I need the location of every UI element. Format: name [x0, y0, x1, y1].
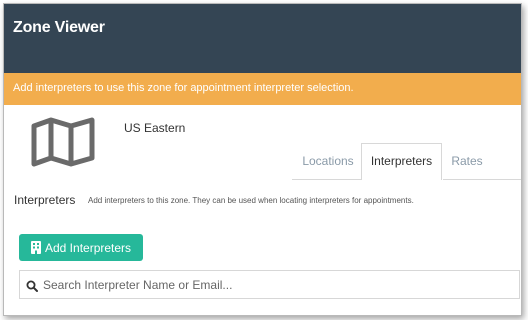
notice-text: Add interpreters to use this zone for ap… — [13, 82, 354, 94]
search-box[interactable] — [19, 270, 520, 299]
zone-name: US Eastern — [124, 121, 186, 135]
map-icon — [31, 117, 95, 167]
tab-interpreters[interactable]: Interpreters — [361, 143, 442, 180]
search-input[interactable] — [43, 277, 493, 292]
tab-locations[interactable]: Locations — [292, 143, 364, 179]
tab-divider — [443, 179, 521, 180]
header-bar: Zone Viewer — [4, 4, 521, 73]
section-title: Interpreters — [14, 193, 76, 207]
notice-banner: Add interpreters to use this zone for ap… — [4, 73, 521, 105]
page-title: Zone Viewer — [13, 19, 105, 36]
add-interpreters-label: Add Interpreters — [45, 240, 132, 255]
tab-divider — [292, 179, 361, 180]
section-description: Add interpreters to this zone. They can … — [88, 196, 414, 205]
zone-viewer-window: Zone Viewer Add interpreters to use this… — [3, 3, 522, 316]
tab-bar: Locations Interpreters Rates — [292, 143, 521, 180]
building-icon — [31, 241, 41, 254]
search-icon — [26, 279, 38, 292]
add-interpreters-button[interactable]: Add Interpreters — [19, 234, 143, 261]
tab-rates[interactable]: Rates — [443, 143, 491, 179]
